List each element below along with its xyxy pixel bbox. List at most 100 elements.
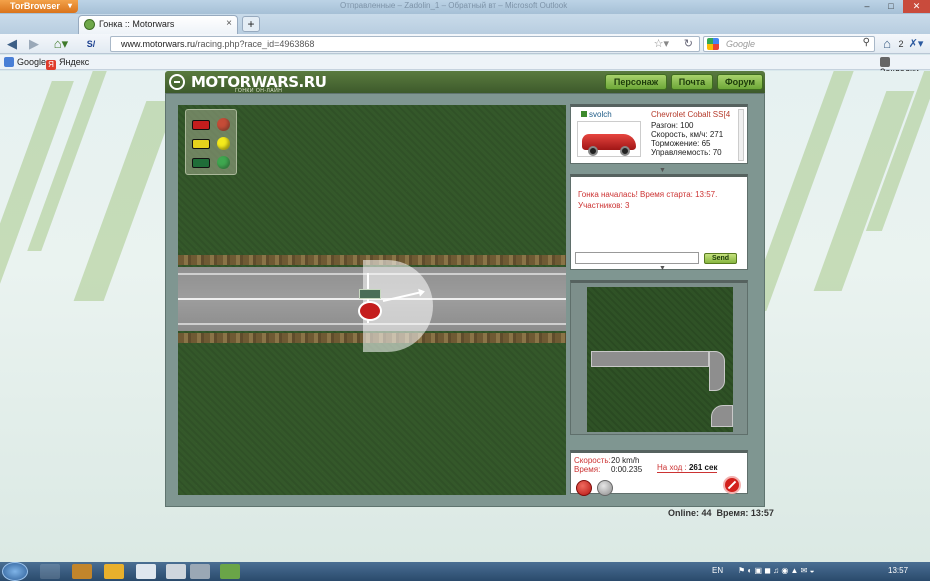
tab-close-icon[interactable]: × — [226, 18, 232, 29]
car-stat-handling: Управляемость: 70 — [651, 148, 722, 157]
race-track[interactable] — [178, 105, 566, 495]
google-search-engine-icon[interactable] — [707, 38, 719, 50]
app-taskbar-icon[interactable] — [190, 564, 210, 579]
accelerate-button[interactable] — [576, 480, 592, 496]
player-car-mini-icon — [192, 158, 210, 168]
turn-timer: На ход : 261 сек — [657, 463, 718, 473]
time-label: Время: — [574, 465, 601, 474]
collapse-chevron-icon[interactable]: ▼ — [659, 167, 666, 174]
minimap-road — [591, 351, 709, 367]
tor-browser-menu-button[interactable]: TorBrowser ▾ — [0, 0, 78, 13]
player-light-row — [192, 118, 232, 132]
bookmark-yandex[interactable]: Я Яндекс — [46, 57, 89, 70]
race-chat-panel: Гонка началась! Время старта: 13:57. Уча… — [570, 174, 748, 272]
yandex-icon: Я — [46, 60, 56, 70]
player-car-mini-icon — [192, 139, 210, 149]
back-arrow-icon[interactable]: ◀ — [4, 36, 20, 52]
chat-message: Гонка началась! Время старта: 13:57. — [578, 190, 718, 199]
car-stat-braking: Торможение: 65 — [651, 139, 711, 148]
speed-label: Скорость: — [574, 456, 611, 465]
car-stat-speed: Скорость, км/ч: 271 — [651, 130, 724, 139]
minimize-button[interactable]: – — [855, 0, 879, 13]
address-bar[interactable]: www.motorwars.ru/racing.php?race_id=4963… — [110, 36, 700, 52]
traffic-light-icon — [217, 156, 230, 169]
player-car[interactable] — [358, 301, 382, 321]
traffic-light-icon — [217, 137, 230, 150]
background-decoration — [73, 101, 177, 301]
player-light-row — [192, 137, 232, 151]
logo-emblem-icon — [169, 74, 185, 90]
chat-message: Участников: 3 — [578, 201, 630, 210]
bookmarks-toolbar: Google ЯЯндекс Закладки — [0, 55, 930, 77]
server-time: Время: 13:57 — [716, 508, 774, 518]
race-status-panel: Скорость: 20 km/h Время: 0:00.235 На ход… — [570, 450, 748, 496]
time-value: 0:00.235 — [611, 465, 643, 474]
forward-arrow-icon[interactable]: ▶ — [26, 36, 42, 52]
outlook-taskbar-icon[interactable] — [104, 564, 124, 579]
send-button[interactable]: Send — [704, 253, 737, 264]
bookmarks-folder-icon — [880, 57, 890, 67]
search-placeholder: Google — [726, 39, 756, 49]
bookmark-star-icon[interactable]: ☆▾ — [654, 37, 669, 50]
car-info-panel: svolch Chevrolet Cobalt SS[4 Разгон: 100… — [570, 104, 748, 174]
dropdown-arrow-icon: ▾ — [67, 1, 72, 10]
tab-title: Гонка :: Motorwars — [99, 19, 175, 29]
speed-value: 20 km/h — [611, 456, 640, 465]
car-wheel-icon — [620, 146, 630, 156]
minimap-panel — [570, 280, 748, 435]
quit-race-button[interactable] — [723, 476, 741, 494]
car-wheel-icon — [588, 146, 598, 156]
site-header: MOTORWARS.RU ГОНКИ ОН-ЛАЙН Персонаж Почт… — [165, 71, 765, 94]
opponent-car[interactable] — [359, 289, 381, 299]
maximize-button[interactable]: □ — [879, 0, 903, 13]
addon-s-icon[interactable]: S/ — [82, 36, 100, 52]
system-clock[interactable]: 13:57 — [888, 566, 908, 575]
collapse-chevron-icon[interactable]: ▼ — [659, 265, 666, 272]
notes-taskbar-icon[interactable] — [166, 564, 186, 579]
url-path: /racing.php?race_id=4963868 — [195, 39, 315, 49]
menu-character-button[interactable]: Персонаж — [605, 74, 667, 90]
page-content: MOTORWARS.RU ГОНКИ ОН-ЛАЙН Персонаж Почт… — [0, 71, 930, 562]
game-frame: svolch Chevrolet Cobalt SS[4 Разгон: 100… — [165, 93, 765, 507]
home-icon[interactable]: ⌂ — [880, 36, 894, 52]
player-car-mini-icon — [192, 120, 210, 130]
car-info-scrollbar[interactable] — [738, 109, 744, 161]
bookmark-google[interactable]: Google — [4, 57, 46, 67]
menu-mail-button[interactable]: Почта — [671, 74, 713, 90]
minimap-road — [709, 351, 725, 391]
menu-forum-button[interactable]: Форум — [717, 74, 763, 90]
search-icon[interactable]: ⚲ — [863, 37, 870, 48]
chat-input[interactable] — [575, 252, 699, 264]
chrome-taskbar-icon[interactable] — [136, 564, 156, 579]
tray-icons[interactable]: ⚑ ◐ ▣ ◼ ♫ ◉ ▲ ✉ ◒ — [738, 566, 814, 575]
windows-taskbar: EN ⚑ ◐ ▣ ◼ ♫ ◉ ▲ ✉ ◒ 13:57 — [0, 562, 930, 581]
close-window-button[interactable]: ✕ — [903, 0, 930, 13]
footer-stats: Online: 44 Время: 13:57 — [668, 508, 774, 518]
player-username[interactable]: svolch — [581, 110, 612, 119]
track-minimap[interactable] — [587, 287, 733, 432]
search-box[interactable]: Google ⚲ — [703, 36, 875, 52]
brake-button[interactable] — [597, 480, 613, 496]
tab-motorwars[interactable]: Гонка :: Motorwars × — [78, 15, 238, 34]
turn-value: 261 сек — [688, 463, 718, 472]
addon-badge-count: 2 — [898, 39, 904, 49]
player-light-row — [192, 156, 232, 170]
tor-browser-taskbar-icon[interactable] — [220, 564, 240, 579]
addon-menu-icon[interactable]: ✗▾ — [906, 36, 926, 52]
motorwars-favicon-icon — [84, 19, 95, 30]
start-button[interactable] — [2, 562, 28, 581]
tab-bar: Гонка :: Motorwars × + — [0, 14, 930, 34]
url-domain: www.motorwars.ru — [121, 39, 196, 49]
home-menu-icon[interactable]: ⌂▾ — [50, 36, 72, 52]
car-stat-acceleration: Разгон: 100 — [651, 121, 694, 130]
google-icon — [4, 57, 14, 67]
turn-label: На ход : — [657, 463, 687, 472]
online-count: Online: 44 — [668, 508, 712, 518]
new-tab-button[interactable]: + — [242, 16, 260, 32]
media-player-taskbar-icon[interactable] — [72, 564, 92, 579]
explorer-taskbar-icon[interactable] — [40, 564, 60, 579]
reload-icon[interactable]: ↻ — [684, 37, 693, 50]
language-indicator[interactable]: EN — [712, 566, 723, 575]
navigation-bar: ◀ ▶ ⌂▾ S/ www.motorwars.ru/racing.php?ra… — [0, 34, 930, 54]
car-model-name: Chevrolet Cobalt SS[4 — [651, 110, 731, 119]
